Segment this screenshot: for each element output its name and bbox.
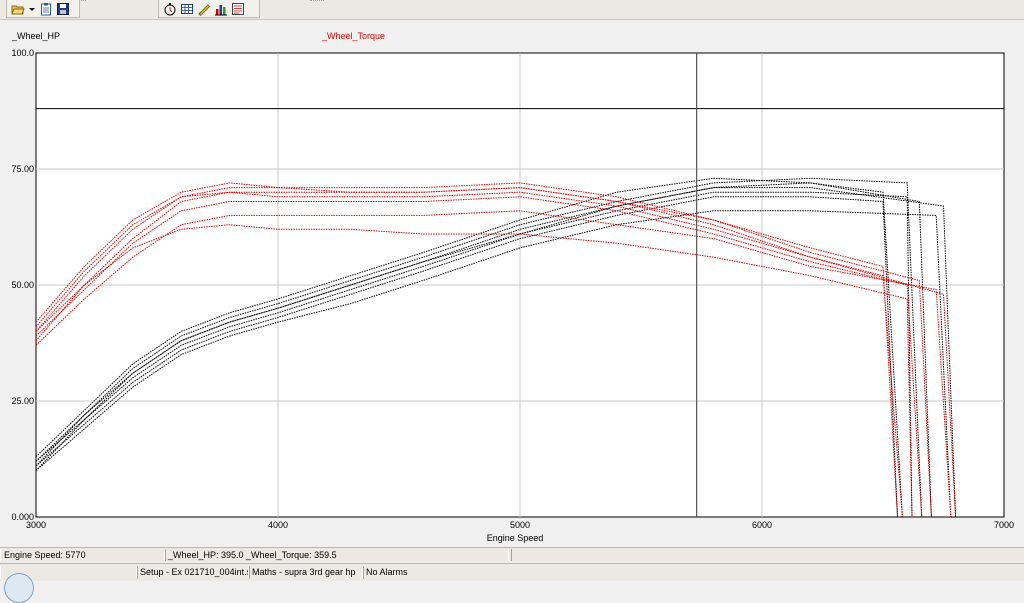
status-bar-cursor: Engine Speed: 5770 _Wheel_HP: 395.0 _Whe… bbox=[0, 547, 1024, 562]
table-grid-icon[interactable] bbox=[180, 2, 194, 16]
y-tick-label: 100.0 bbox=[11, 48, 34, 58]
maths-file-label: Maths - supra 3rd gear hp bbox=[248, 566, 364, 579]
save-disk-icon[interactable] bbox=[56, 2, 70, 16]
status-bar-info: Setup - Ex 021710_004int.s Maths - supra… bbox=[0, 563, 1024, 581]
bar-chart-icon[interactable] bbox=[214, 2, 228, 16]
tools-toolbar-group bbox=[158, 0, 260, 18]
engine-speed-readout: Engine Speed: 5770 bbox=[0, 549, 166, 561]
start-orb-icon[interactable] bbox=[4, 573, 34, 603]
hp-series-label: _Wheel_HP bbox=[12, 31, 61, 41]
toolbar-gripper[interactable] bbox=[310, 0, 324, 4]
torque-series-label: _Wheel_Torque bbox=[322, 31, 386, 41]
alarms-status: No Alarms bbox=[362, 566, 439, 579]
y-tick-label: 50.00 bbox=[11, 280, 34, 290]
ruler-pencil-icon[interactable] bbox=[197, 2, 211, 16]
clipboard-icon[interactable] bbox=[39, 2, 53, 16]
stopwatch-icon[interactable] bbox=[163, 2, 177, 16]
open-folder-icon[interactable] bbox=[11, 2, 25, 16]
x-tick-label: 6000 bbox=[752, 520, 772, 530]
cursor-values-readout: _Wheel_HP: 395.0 _Wheel_Torque: 359.5 bbox=[164, 549, 512, 561]
x-tick-label: 3000 bbox=[26, 520, 46, 530]
x-tick-label: 5000 bbox=[510, 520, 530, 530]
y-tick-label: 25.00 bbox=[11, 396, 34, 406]
x-tick-label: 4000 bbox=[268, 520, 288, 530]
setup-file-label: Setup - Ex 021710_004int.s bbox=[136, 566, 250, 579]
status-empty-cell bbox=[508, 549, 1023, 561]
x-axis-label: Engine Speed bbox=[487, 533, 544, 543]
y-tick-label: 75.00 bbox=[11, 164, 34, 174]
dropdown-arrow-icon[interactable] bbox=[28, 2, 36, 16]
engine-speed-chart[interactable]: 0.00025.0050.0075.00100.03000 4000 5000 600… bbox=[0, 44, 1024, 546]
file-toolbar-group bbox=[6, 0, 80, 18]
toolbar bbox=[0, 0, 1024, 20]
x-tick-label: 7000 bbox=[994, 520, 1014, 530]
report-list-icon[interactable] bbox=[231, 2, 245, 16]
